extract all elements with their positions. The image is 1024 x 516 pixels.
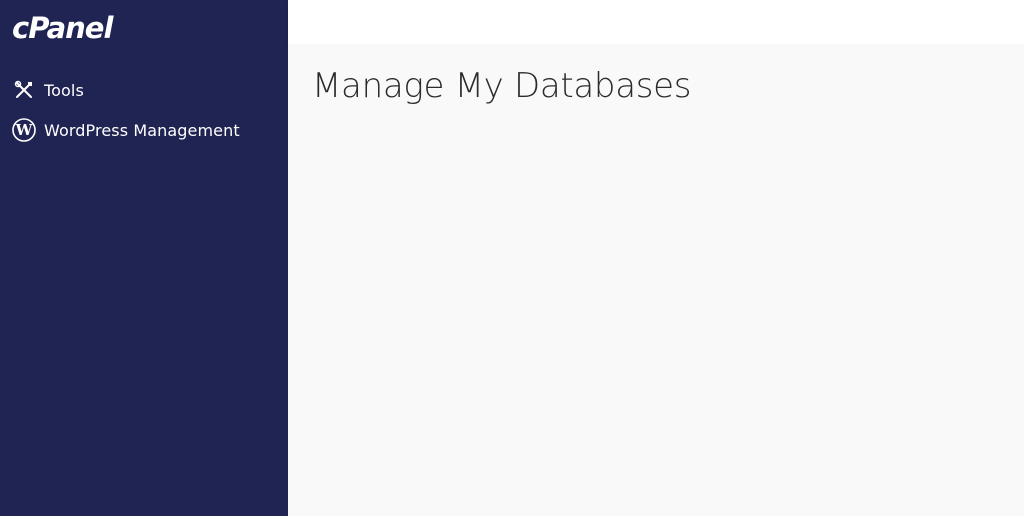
- app-window: cPanel Tools W WordPress Management Mana…: [0, 0, 1024, 516]
- cpanel-logo[interactable]: cPanel: [12, 11, 113, 45]
- sidebar-item-label: Tools: [44, 80, 84, 100]
- sidebar-item-tools[interactable]: Tools: [0, 70, 288, 110]
- main-content: Manage My Databases: [288, 44, 1024, 516]
- top-bar: [288, 0, 1024, 44]
- logo-text: cPanel: [12, 11, 113, 45]
- sidebar-item-wordpress-management[interactable]: W WordPress Management: [0, 110, 288, 150]
- tools-icon: [12, 78, 36, 102]
- svg-text:W: W: [15, 121, 34, 139]
- wordpress-icon: W: [12, 118, 36, 142]
- page-title: Manage My Databases: [312, 66, 692, 106]
- sidebar-nav: Tools W WordPress Management: [0, 70, 288, 150]
- sidebar-item-label: WordPress Management: [44, 120, 240, 140]
- sidebar: cPanel Tools W WordPress Management: [0, 0, 288, 516]
